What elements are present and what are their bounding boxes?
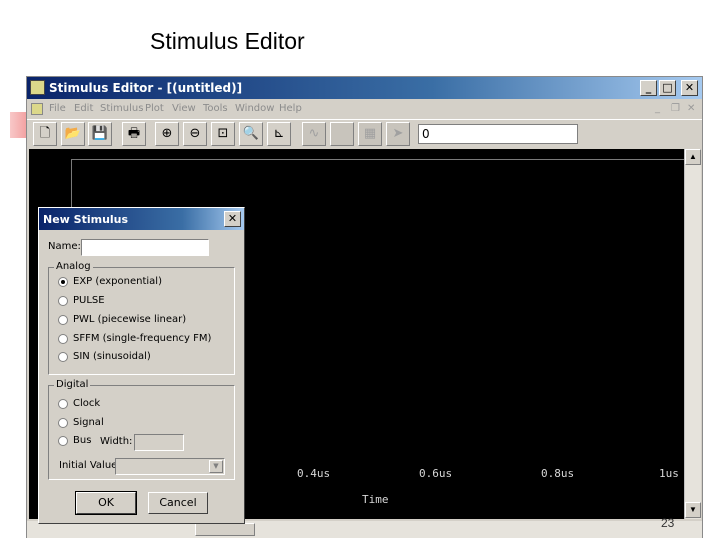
cancel-button[interactable]: Cancel [148, 492, 208, 514]
radio-sffm-label[interactable]: SFFM (single-frequency FM) [73, 333, 211, 344]
dialog-close-button[interactable]: ✕ [224, 211, 241, 227]
radio-pwl[interactable] [58, 315, 68, 325]
vertical-scrollbar[interactable]: ▲ ▼ [684, 149, 701, 519]
new-stimulus-dialog: New Stimulus ✕ Name: Analog EXP (exponen… [38, 207, 245, 524]
x-tick-label: 0.8us [541, 467, 575, 480]
slide-title: Stimulus Editor [150, 28, 305, 54]
radio-signal[interactable] [58, 418, 68, 428]
menu-stimulus[interactable]: Stimulus [100, 103, 143, 114]
mdi-minimize-button[interactable]: _ [655, 103, 660, 114]
radio-clock[interactable] [58, 399, 68, 409]
initial-value-label: Initial Value: [59, 460, 121, 471]
time-input[interactable] [418, 124, 578, 144]
menu-file[interactable]: File [49, 103, 66, 114]
menu-help[interactable]: Help [279, 103, 302, 114]
zoom-fit-button[interactable]: 🔍 [239, 122, 263, 146]
radio-sffm[interactable] [58, 334, 68, 344]
mdi-close-button[interactable]: ✕ [687, 103, 695, 114]
slide-decoration [10, 112, 26, 138]
menu-plot[interactable]: Plot [145, 103, 164, 114]
mdi-restore-button[interactable]: ❐ [671, 103, 680, 114]
toolbar: 🗋 📂 💾 🖶 ⊕ ⊖ ⊡ 🔍 ⊾ ∿ ▦ ➤ [27, 119, 702, 147]
grid-tool-button[interactable]: ▦ [358, 122, 382, 146]
name-field[interactable] [81, 239, 209, 256]
add-trace-button[interactable]: ∿ [302, 122, 326, 146]
radio-bus[interactable] [58, 436, 68, 446]
initial-value-select[interactable]: ▼ [115, 458, 225, 475]
radio-sin[interactable] [58, 352, 68, 362]
radio-sin-label[interactable]: SIN (sinusoidal) [73, 351, 151, 362]
zoom-area-button[interactable]: ⊡ [211, 122, 235, 146]
pointer-tool-button[interactable]: ➤ [386, 122, 410, 146]
menu-view[interactable]: View [172, 103, 196, 114]
radio-pwl-label[interactable]: PWL (piecewise linear) [73, 314, 186, 325]
dialog-title: New Stimulus [43, 213, 129, 226]
window-title: Stimulus Editor - [(untitled)] [49, 81, 243, 95]
minimize-button[interactable]: _ [640, 80, 657, 96]
save-button[interactable]: 💾 [88, 122, 112, 146]
radio-pulse-label[interactable]: PULSE [73, 295, 105, 306]
open-button[interactable]: 📂 [61, 122, 85, 146]
digital-group-label: Digital [54, 379, 91, 390]
app-icon[interactable] [30, 80, 45, 95]
new-file-button[interactable]: 🗋 [33, 122, 57, 146]
zoom-in-button[interactable]: ⊕ [155, 122, 179, 146]
menu-bar: File Edit Stimulus Plot View Tools Windo… [27, 100, 702, 119]
close-button[interactable]: ✕ [681, 80, 698, 96]
x-tick-label: 0.6us [419, 467, 453, 480]
menu-tools[interactable]: Tools [203, 103, 228, 114]
chevron-down-icon[interactable]: ▼ [209, 460, 223, 473]
radio-exp[interactable] [58, 277, 68, 287]
analog-group-label: Analog [54, 261, 93, 272]
print-button[interactable]: 🖶 [122, 122, 146, 146]
radio-pulse[interactable] [58, 296, 68, 306]
scroll-thumb[interactable] [195, 523, 255, 536]
x-axis-title: Time [362, 493, 389, 506]
name-label: Name: [48, 241, 81, 252]
x-tick-label: 1us [659, 467, 679, 480]
blank-tool-button[interactable] [330, 122, 354, 146]
menu-edit[interactable]: Edit [74, 103, 93, 114]
axis-settings-button[interactable]: ⊾ [267, 122, 291, 146]
zoom-out-button[interactable]: ⊖ [183, 122, 207, 146]
x-tick-label: 0.4us [297, 467, 331, 480]
width-label: Width: [100, 436, 133, 447]
radio-exp-label[interactable]: EXP (exponential) [73, 276, 162, 287]
width-field[interactable] [134, 434, 184, 451]
radio-bus-label[interactable]: Bus [73, 435, 91, 446]
scroll-up-icon[interactable]: ▲ [685, 149, 701, 165]
maximize-button[interactable]: □ [659, 80, 676, 96]
scroll-down-icon[interactable]: ▼ [685, 502, 701, 518]
dialog-titlebar[interactable]: New Stimulus ✕ [39, 208, 244, 230]
menu-window[interactable]: Window [235, 103, 274, 114]
radio-signal-label[interactable]: Signal [73, 417, 104, 428]
radio-clock-label[interactable]: Clock [73, 398, 100, 409]
window-titlebar[interactable]: Stimulus Editor - [(untitled)] _ □ ✕ [27, 77, 702, 99]
ok-button[interactable]: OK [75, 491, 137, 515]
document-icon[interactable] [31, 103, 43, 115]
slide-number: 23 [661, 516, 675, 530]
